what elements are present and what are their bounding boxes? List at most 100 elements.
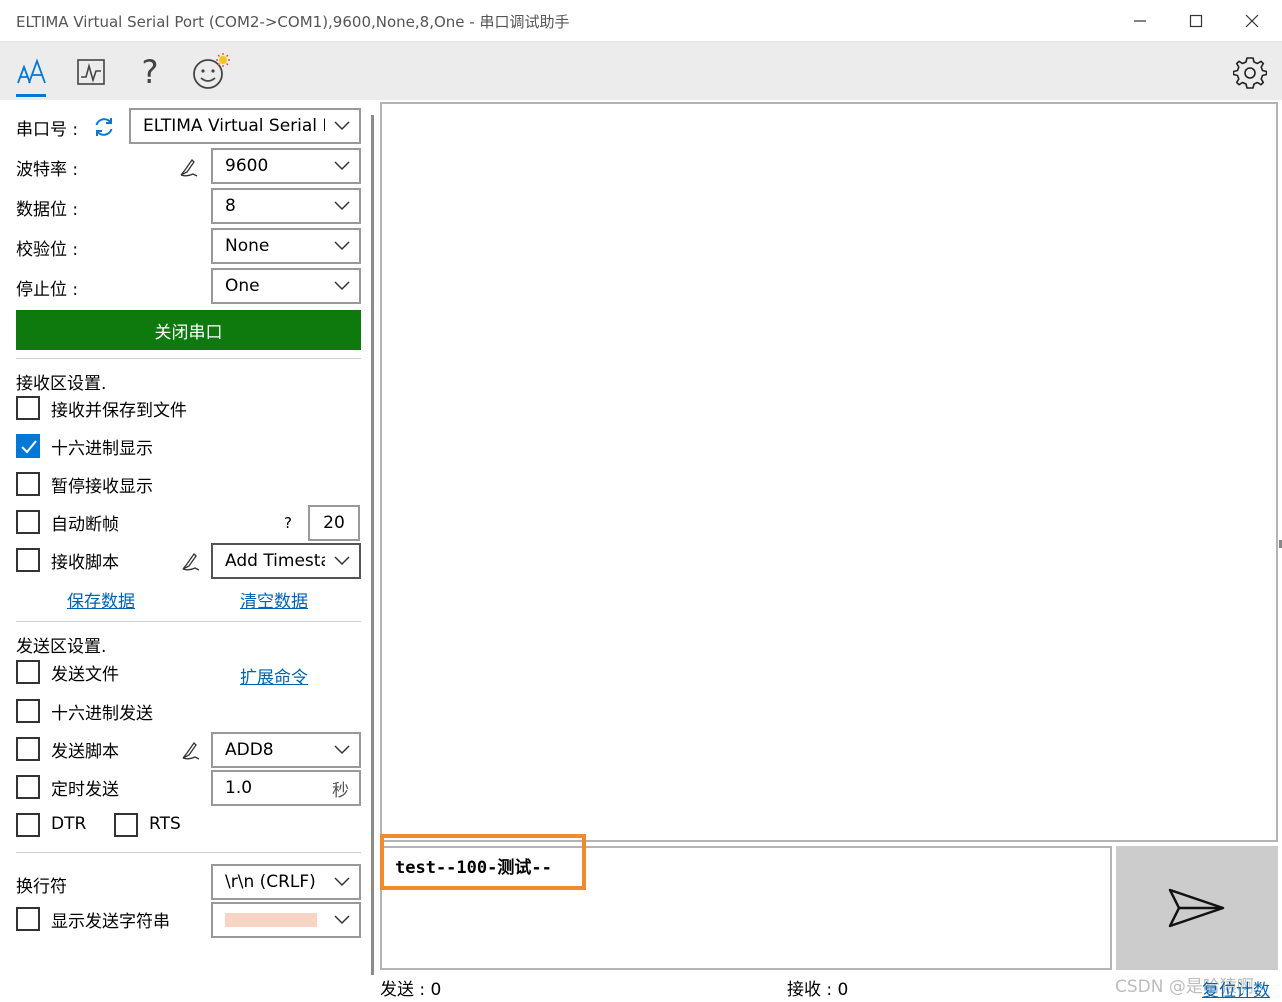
chart-icon bbox=[77, 59, 105, 85]
parity-select[interactable]: None bbox=[211, 228, 361, 264]
clear-data-link[interactable]: 清空数据 bbox=[240, 587, 308, 612]
rts-checkbox[interactable] bbox=[114, 813, 138, 837]
hex-send-checkbox[interactable] bbox=[16, 699, 40, 723]
maximize-button[interactable] bbox=[1168, 0, 1224, 42]
show-send-string-checkbox[interactable] bbox=[16, 907, 40, 931]
settings-button[interactable] bbox=[1230, 52, 1270, 92]
close-icon bbox=[1245, 14, 1259, 28]
pen-icon[interactable] bbox=[179, 550, 201, 572]
help-icon: ? bbox=[141, 53, 159, 91]
timed-interval-input[interactable]: 1.0 秒 bbox=[211, 770, 361, 806]
received-count: 接收 : 0 bbox=[787, 980, 849, 1000]
auto-frame-label: 自动断帧 bbox=[51, 515, 119, 535]
port-select[interactable]: ELTIMA Virtual Serial Por bbox=[129, 108, 361, 144]
minimize-button[interactable] bbox=[1112, 0, 1168, 42]
save-to-file-checkbox[interactable] bbox=[16, 396, 40, 420]
send-script-value: ADD8 bbox=[225, 740, 274, 760]
divider bbox=[16, 852, 361, 853]
send-script-label: 发送脚本 bbox=[51, 742, 119, 762]
stopbits-select[interactable]: One bbox=[211, 268, 361, 304]
chevron-down-icon bbox=[325, 866, 359, 898]
hex-send-label: 十六进制发送 bbox=[51, 704, 153, 724]
extend-command-link[interactable]: 扩展命令 bbox=[240, 663, 308, 688]
chevron-down-icon bbox=[325, 230, 359, 262]
pen-icon[interactable] bbox=[179, 739, 201, 761]
divider bbox=[16, 358, 361, 359]
auto-frame-checkbox[interactable] bbox=[16, 510, 40, 534]
receive-script-value: Add Timesta bbox=[225, 551, 325, 571]
receive-display[interactable] bbox=[380, 102, 1278, 842]
databits-select[interactable]: 8 bbox=[211, 188, 361, 224]
receive-script-label: 接收脚本 bbox=[51, 553, 119, 573]
send-icon bbox=[1168, 888, 1225, 928]
pen-icon[interactable] bbox=[177, 156, 199, 178]
parity-value: None bbox=[225, 236, 270, 256]
receive-script-checkbox[interactable] bbox=[16, 548, 40, 572]
chevron-down-icon bbox=[325, 190, 359, 222]
baud-label: 波特率 : bbox=[16, 160, 79, 180]
title-bar: ELTIMA Virtual Serial Port (COM2->COM1),… bbox=[0, 0, 1282, 42]
port-label: 串口号 : bbox=[16, 120, 79, 140]
auto-frame-input[interactable]: 20 bbox=[308, 505, 360, 541]
emoji-tab-button[interactable] bbox=[190, 52, 230, 92]
chevron-down-icon bbox=[325, 110, 359, 142]
panel-scrollbar[interactable] bbox=[371, 115, 374, 975]
port-value: ELTIMA Virtual Serial Por bbox=[143, 116, 325, 136]
save-to-file-label: 接收并保存到文件 bbox=[51, 401, 187, 421]
databits-value: 8 bbox=[225, 196, 236, 216]
send-script-checkbox[interactable] bbox=[16, 737, 40, 761]
chevron-down-icon bbox=[325, 904, 359, 936]
send-file-label: 发送文件 bbox=[51, 665, 119, 685]
baud-select[interactable]: 9600 bbox=[211, 148, 361, 184]
chart-tab-button[interactable] bbox=[71, 52, 111, 92]
databits-label: 数据位 : bbox=[16, 200, 79, 220]
receive-section-title: 接收区设置. bbox=[16, 374, 107, 394]
close-port-button[interactable]: 关闭串口 bbox=[16, 310, 361, 350]
color-swatch bbox=[225, 910, 325, 930]
pause-display-checkbox[interactable] bbox=[16, 472, 40, 496]
checkmark-icon bbox=[21, 440, 37, 454]
chevron-down-icon bbox=[325, 545, 359, 577]
minimize-icon bbox=[1134, 20, 1146, 22]
chevron-down-icon bbox=[325, 150, 359, 182]
window-title: ELTIMA Virtual Serial Port (COM2->COM1),… bbox=[16, 13, 570, 31]
gear-icon bbox=[1233, 57, 1267, 89]
dtr-label: DTR bbox=[51, 814, 87, 834]
divider bbox=[16, 621, 361, 622]
emoji-icon bbox=[193, 53, 230, 89]
font-icon bbox=[17, 58, 46, 84]
send-button[interactable] bbox=[1116, 846, 1278, 970]
parity-label: 校验位 : bbox=[16, 240, 79, 260]
toolbar: ? bbox=[0, 42, 1282, 100]
chevron-down-icon bbox=[325, 734, 359, 766]
rts-label: RTS bbox=[149, 814, 181, 834]
timed-send-checkbox[interactable] bbox=[16, 775, 40, 799]
reset-count-link[interactable]: 复位计数 bbox=[1202, 976, 1270, 1001]
hex-display-label: 十六进制显示 bbox=[51, 439, 153, 459]
chevron-down-icon bbox=[325, 270, 359, 302]
active-tab-indicator bbox=[16, 94, 46, 97]
timed-send-label: 定时发送 bbox=[51, 780, 119, 800]
receive-script-select[interactable]: Add Timesta bbox=[211, 543, 361, 579]
dtr-checkbox[interactable] bbox=[16, 813, 40, 837]
color-select[interactable] bbox=[211, 902, 361, 938]
maximize-icon bbox=[1189, 14, 1203, 28]
refresh-icon bbox=[95, 118, 113, 136]
hex-display-checkbox[interactable] bbox=[16, 434, 40, 458]
newline-label: 换行符 bbox=[16, 877, 67, 897]
send-script-select[interactable]: ADD8 bbox=[211, 732, 361, 768]
font-tab-button[interactable] bbox=[12, 52, 52, 92]
show-send-string-label: 显示发送字符串 bbox=[51, 912, 170, 932]
stopbits-label: 停止位 : bbox=[16, 280, 79, 300]
help-tab-button[interactable]: ? bbox=[130, 52, 170, 92]
timed-interval-unit: 秒 bbox=[332, 780, 349, 801]
baud-value: 9600 bbox=[225, 156, 269, 176]
refresh-ports-button[interactable] bbox=[92, 115, 116, 139]
newline-select[interactable]: \r\n (CRLF) bbox=[211, 864, 361, 900]
pause-display-label: 暂停接收显示 bbox=[51, 477, 153, 497]
save-data-link[interactable]: 保存数据 bbox=[67, 587, 135, 612]
close-window-button[interactable] bbox=[1224, 0, 1280, 42]
send-file-checkbox[interactable] bbox=[16, 660, 40, 684]
auto-frame-help-icon[interactable]: ? bbox=[284, 514, 292, 532]
sent-count: 发送 : 0 bbox=[380, 980, 442, 1000]
